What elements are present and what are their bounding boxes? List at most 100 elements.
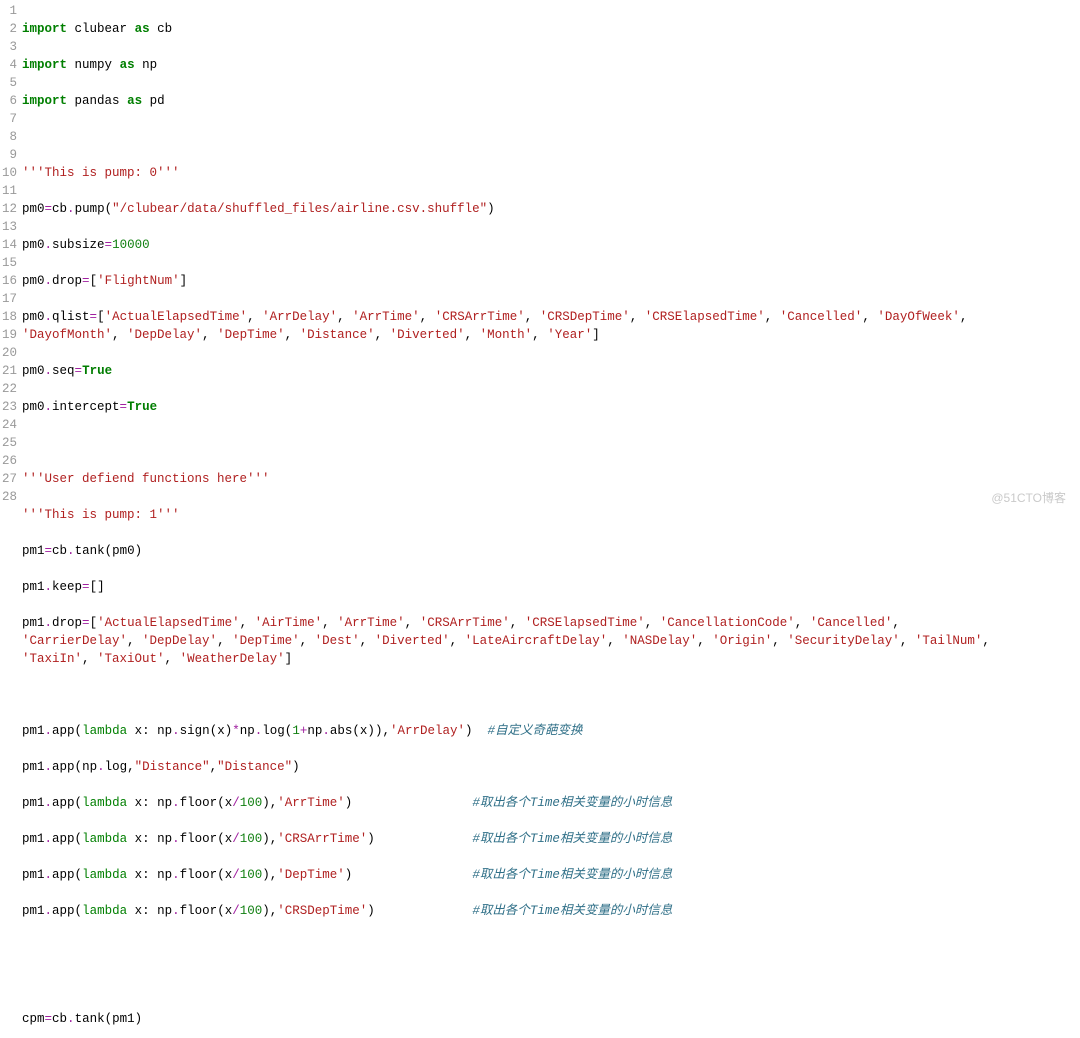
docstring: '''User defiend functions here''' <box>22 472 270 486</box>
code-line: pm0.intercept=True <box>22 398 1080 416</box>
line-number: 28 <box>0 488 17 506</box>
code-line: cpm=cb.tank(pm1) <box>22 1010 1080 1028</box>
code-line: pm0.qlist=['ActualElapsedTime', 'ArrDela… <box>22 308 1080 344</box>
id: drop <box>52 274 82 288</box>
comment: #取出各个Time相关变量的小时信息 <box>472 832 672 846</box>
string: "/clubear/data/shuffled_files/airline.cs… <box>112 202 487 216</box>
line-number: 8 <box>0 128 17 146</box>
id: pump <box>75 202 105 216</box>
kw-import: import <box>22 22 67 36</box>
code-line: pm1.keep=[] <box>22 578 1080 596</box>
line-number: 17 <box>0 290 17 308</box>
line-number: 25 <box>0 434 17 452</box>
line-number: 2 <box>0 20 17 38</box>
line-number: 14 <box>0 236 17 254</box>
code-line: pm0=cb.pump("/clubear/data/shuffled_file… <box>22 200 1080 218</box>
code-line: import numpy as np <box>22 56 1080 74</box>
id: pm0 <box>22 274 45 288</box>
id: pm0 <box>112 544 135 558</box>
kw-lambda: lambda <box>82 724 127 738</box>
id: pd <box>150 94 165 108</box>
id: keep <box>52 580 82 594</box>
kw-as: as <box>135 22 150 36</box>
kw-import: import <box>22 58 67 72</box>
line-number: 22 <box>0 380 17 398</box>
code-line: import clubear as cb <box>22 20 1080 38</box>
code-editor: 1 2 3 4 5 6 7 8 9 10 11 12 13 14 15 16 1… <box>0 0 1080 1038</box>
id: pm1 <box>22 580 45 594</box>
id: cpm <box>22 1012 45 1026</box>
line-number: 11 <box>0 182 17 200</box>
id: pm0 <box>22 310 45 324</box>
code-line: pm1.app(lambda x: np.floor(x/100),'DepTi… <box>22 866 1080 884</box>
code-line: '''User defiend functions here''' <box>22 470 1080 488</box>
id: subsize <box>52 238 105 252</box>
id: drop <box>52 616 82 630</box>
code-line: pm1=cb.tank(pm0) <box>22 542 1080 560</box>
comment: #取出各个Time相关变量的小时信息 <box>472 904 672 918</box>
line-number: 5 <box>0 74 17 92</box>
bool: True <box>127 400 157 414</box>
id: pm0 <box>22 202 45 216</box>
line-number: 24 <box>0 416 17 434</box>
line-number: 9 <box>0 146 17 164</box>
code-line: '''This is pump: 1''' <box>22 506 1080 524</box>
line-number: 10 <box>0 164 17 182</box>
code-line: pm1.app(lambda x: np.floor(x/100),'ArrTi… <box>22 794 1080 812</box>
comment: #取出各个Time相关变量的小时信息 <box>472 868 672 882</box>
line-number: 23 <box>0 398 17 416</box>
code-line: '''This is pump: 0''' <box>22 164 1080 182</box>
line-gutter: 1 2 3 4 5 6 7 8 9 10 11 12 13 14 15 16 1… <box>0 2 22 1038</box>
line-number: 16 <box>0 272 17 290</box>
id: pm0 <box>22 364 45 378</box>
line-number: 3 <box>0 38 17 56</box>
line-number: 7 <box>0 110 17 128</box>
line-number: 20 <box>0 344 17 362</box>
code-line <box>22 434 1080 452</box>
line-number: 15 <box>0 254 17 272</box>
id: cb <box>52 544 67 558</box>
kw-as: as <box>120 58 135 72</box>
id: numpy <box>75 58 113 72</box>
line-number: 27 <box>0 470 17 488</box>
line-number: 13 <box>0 218 17 236</box>
id: cb <box>52 1012 67 1026</box>
line-number: 19 <box>0 326 17 344</box>
id: pm1 <box>22 544 45 558</box>
line-number: 1 <box>0 2 17 20</box>
kw-as: as <box>127 94 142 108</box>
code-line: pm0.subsize=10000 <box>22 236 1080 254</box>
id: intercept <box>52 400 120 414</box>
line-number: 18 <box>0 308 17 326</box>
docstring: '''This is pump: 1''' <box>22 508 180 522</box>
code-line: pm0.seq=True <box>22 362 1080 380</box>
number: 10000 <box>112 238 150 252</box>
id: seq <box>52 364 75 378</box>
line-number: 26 <box>0 452 17 470</box>
line-number: 4 <box>0 56 17 74</box>
id: pm1 <box>22 616 45 630</box>
id: pm1 <box>112 1012 135 1026</box>
code-line: pm1.app(np.log,"Distance","Distance") <box>22 758 1080 776</box>
code-line <box>22 938 1080 956</box>
code-line: pm0.drop=['FlightNum'] <box>22 272 1080 290</box>
docstring: '''This is pump: 0''' <box>22 166 180 180</box>
code-body[interactable]: import clubear as cb import numpy as np … <box>22 2 1080 1038</box>
code-line <box>22 128 1080 146</box>
id: clubear <box>75 22 128 36</box>
id: np <box>142 58 157 72</box>
id: cb <box>52 202 67 216</box>
code-line: pm1.app(lambda x: np.floor(x/100),'CRSDe… <box>22 902 1080 920</box>
bool: True <box>82 364 112 378</box>
comment: #自定义奇葩变换 <box>488 724 583 738</box>
id: tank <box>75 1012 105 1026</box>
id: cb <box>157 22 172 36</box>
code-line: import pandas as pd <box>22 92 1080 110</box>
kw-import: import <box>22 94 67 108</box>
code-line: pm1.app(lambda x: np.floor(x/100),'CRSAr… <box>22 830 1080 848</box>
comment: #取出各个Time相关变量的小时信息 <box>472 796 672 810</box>
code-line <box>22 974 1080 992</box>
id: pm0 <box>22 400 45 414</box>
string: 'FlightNum' <box>97 274 180 288</box>
id: pm0 <box>22 238 45 252</box>
